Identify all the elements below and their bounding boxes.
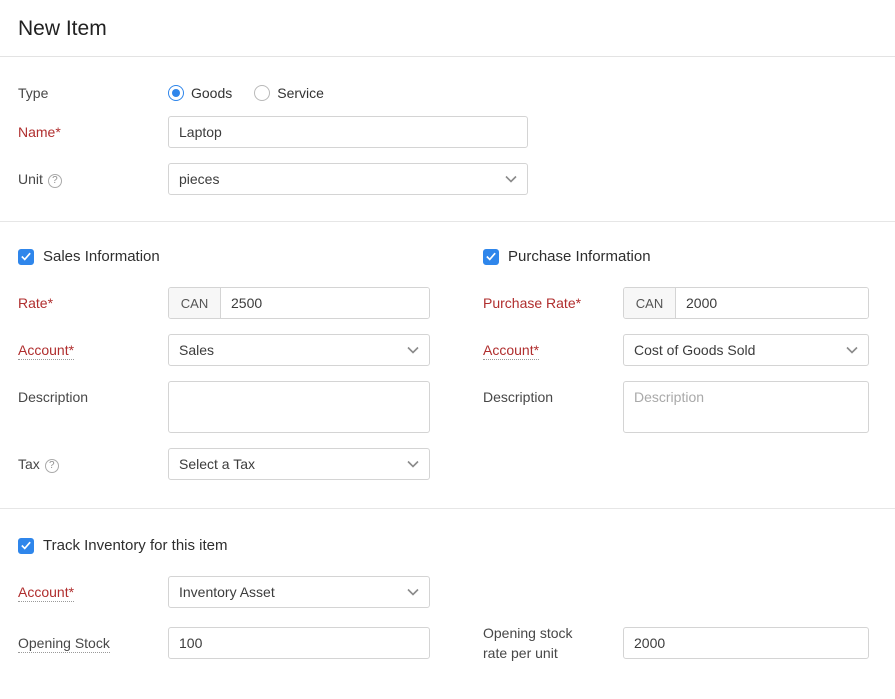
purchase-account-label: Account*	[483, 342, 623, 358]
opening-stock-rate-input[interactable]	[623, 627, 869, 659]
opening-stock-rate-label: Opening stock rate per unit	[483, 623, 623, 664]
purchase-account-row: Account* Cost of Goods Sold	[483, 334, 877, 366]
sales-info-title: Sales Information	[43, 248, 160, 265]
opening-stock-rate-pair: Opening stock rate per unit	[483, 623, 869, 664]
inventory-account-value: Inventory Asset	[179, 584, 275, 600]
chevron-down-icon	[407, 460, 419, 468]
purchase-rate-label: Purchase Rate*	[483, 295, 623, 311]
radio-unselected-icon	[254, 85, 270, 101]
sales-account-row: Account* Sales	[18, 334, 483, 366]
purchase-info-title: Purchase Information	[508, 248, 651, 265]
opening-stock-input[interactable]	[168, 627, 430, 659]
tax-select-value: Select a Tax	[179, 456, 255, 472]
sales-account-label: Account*	[18, 342, 168, 358]
purchase-rate-row: Purchase Rate* CAN	[483, 287, 877, 319]
name-row: Name*	[18, 116, 877, 148]
chevron-down-icon	[505, 175, 517, 183]
inventory-account-select[interactable]: Inventory Asset	[168, 576, 430, 608]
sales-rate-input[interactable]	[221, 288, 429, 318]
page-title: New Item	[18, 17, 877, 41]
tax-select[interactable]: Select a Tax	[168, 448, 430, 480]
unit-row: Unit? pieces	[18, 163, 877, 195]
unit-select[interactable]: pieces	[168, 163, 528, 195]
page-header: New Item	[0, 0, 895, 57]
sales-rate-label: Rate*	[18, 295, 168, 311]
sales-purchase-columns: Sales Information Rate* CAN Account* Sal…	[0, 222, 895, 508]
sales-description-label: Description	[18, 381, 168, 405]
sales-info-toggle[interactable]: Sales Information	[18, 248, 483, 265]
currency-prefix: CAN	[624, 288, 676, 318]
type-label: Type	[18, 85, 168, 101]
name-label: Name*	[18, 124, 168, 140]
checkbox-checked-icon	[18, 249, 34, 265]
tax-row: Tax? Select a Tax	[18, 448, 483, 480]
tax-label: Tax?	[18, 456, 168, 473]
opening-stock-row: Opening Stock Opening stock rate per uni…	[18, 623, 877, 664]
radio-option-service[interactable]: Service	[254, 85, 324, 101]
purchase-column: Purchase Information Purchase Rate* CAN …	[483, 248, 877, 480]
inventory-account-row: Account* Inventory Asset	[18, 576, 877, 608]
sales-description-textarea[interactable]	[168, 381, 430, 433]
inventory-account-label: Account*	[18, 584, 168, 600]
chevron-down-icon	[407, 588, 419, 596]
purchase-info-toggle[interactable]: Purchase Information	[483, 248, 877, 265]
checkbox-checked-icon	[18, 538, 34, 554]
checkbox-checked-icon	[483, 249, 499, 265]
track-inventory-title: Track Inventory for this item	[43, 537, 228, 554]
purchase-rate-input[interactable]	[676, 288, 868, 318]
basic-info-section: Type Goods Service Name* Unit? pieces	[0, 57, 895, 221]
chevron-down-icon	[407, 346, 419, 354]
help-icon[interactable]: ?	[45, 459, 59, 473]
radio-service-label: Service	[277, 85, 324, 101]
type-row: Type Goods Service	[18, 85, 877, 101]
currency-prefix: CAN	[169, 288, 221, 318]
sales-account-select[interactable]: Sales	[168, 334, 430, 366]
purchase-rate-group: CAN	[623, 287, 869, 319]
purchase-description-row: Description	[483, 381, 877, 433]
purchase-account-value: Cost of Goods Sold	[634, 342, 755, 358]
unit-select-value: pieces	[179, 171, 219, 187]
type-radio-group: Goods Service	[168, 85, 324, 101]
track-inventory-toggle[interactable]: Track Inventory for this item	[18, 537, 877, 554]
unit-label: Unit?	[18, 171, 168, 188]
purchase-description-textarea[interactable]	[623, 381, 869, 433]
name-input[interactable]	[168, 116, 528, 148]
radio-selected-icon	[168, 85, 184, 101]
new-item-page: New Item Type Goods Service Name* Unit?	[0, 0, 895, 699]
sales-description-row: Description	[18, 381, 483, 433]
sales-rate-group: CAN	[168, 287, 430, 319]
sales-column: Sales Information Rate* CAN Account* Sal…	[18, 248, 483, 480]
inventory-section: Track Inventory for this item Account* I…	[0, 509, 895, 690]
chevron-down-icon	[846, 346, 858, 354]
help-icon[interactable]: ?	[48, 174, 62, 188]
radio-goods-label: Goods	[191, 85, 232, 101]
sales-rate-row: Rate* CAN	[18, 287, 483, 319]
sales-account-value: Sales	[179, 342, 214, 358]
purchase-account-select[interactable]: Cost of Goods Sold	[623, 334, 869, 366]
radio-option-goods[interactable]: Goods	[168, 85, 232, 101]
opening-stock-label: Opening Stock	[18, 635, 168, 651]
purchase-description-label: Description	[483, 381, 623, 405]
